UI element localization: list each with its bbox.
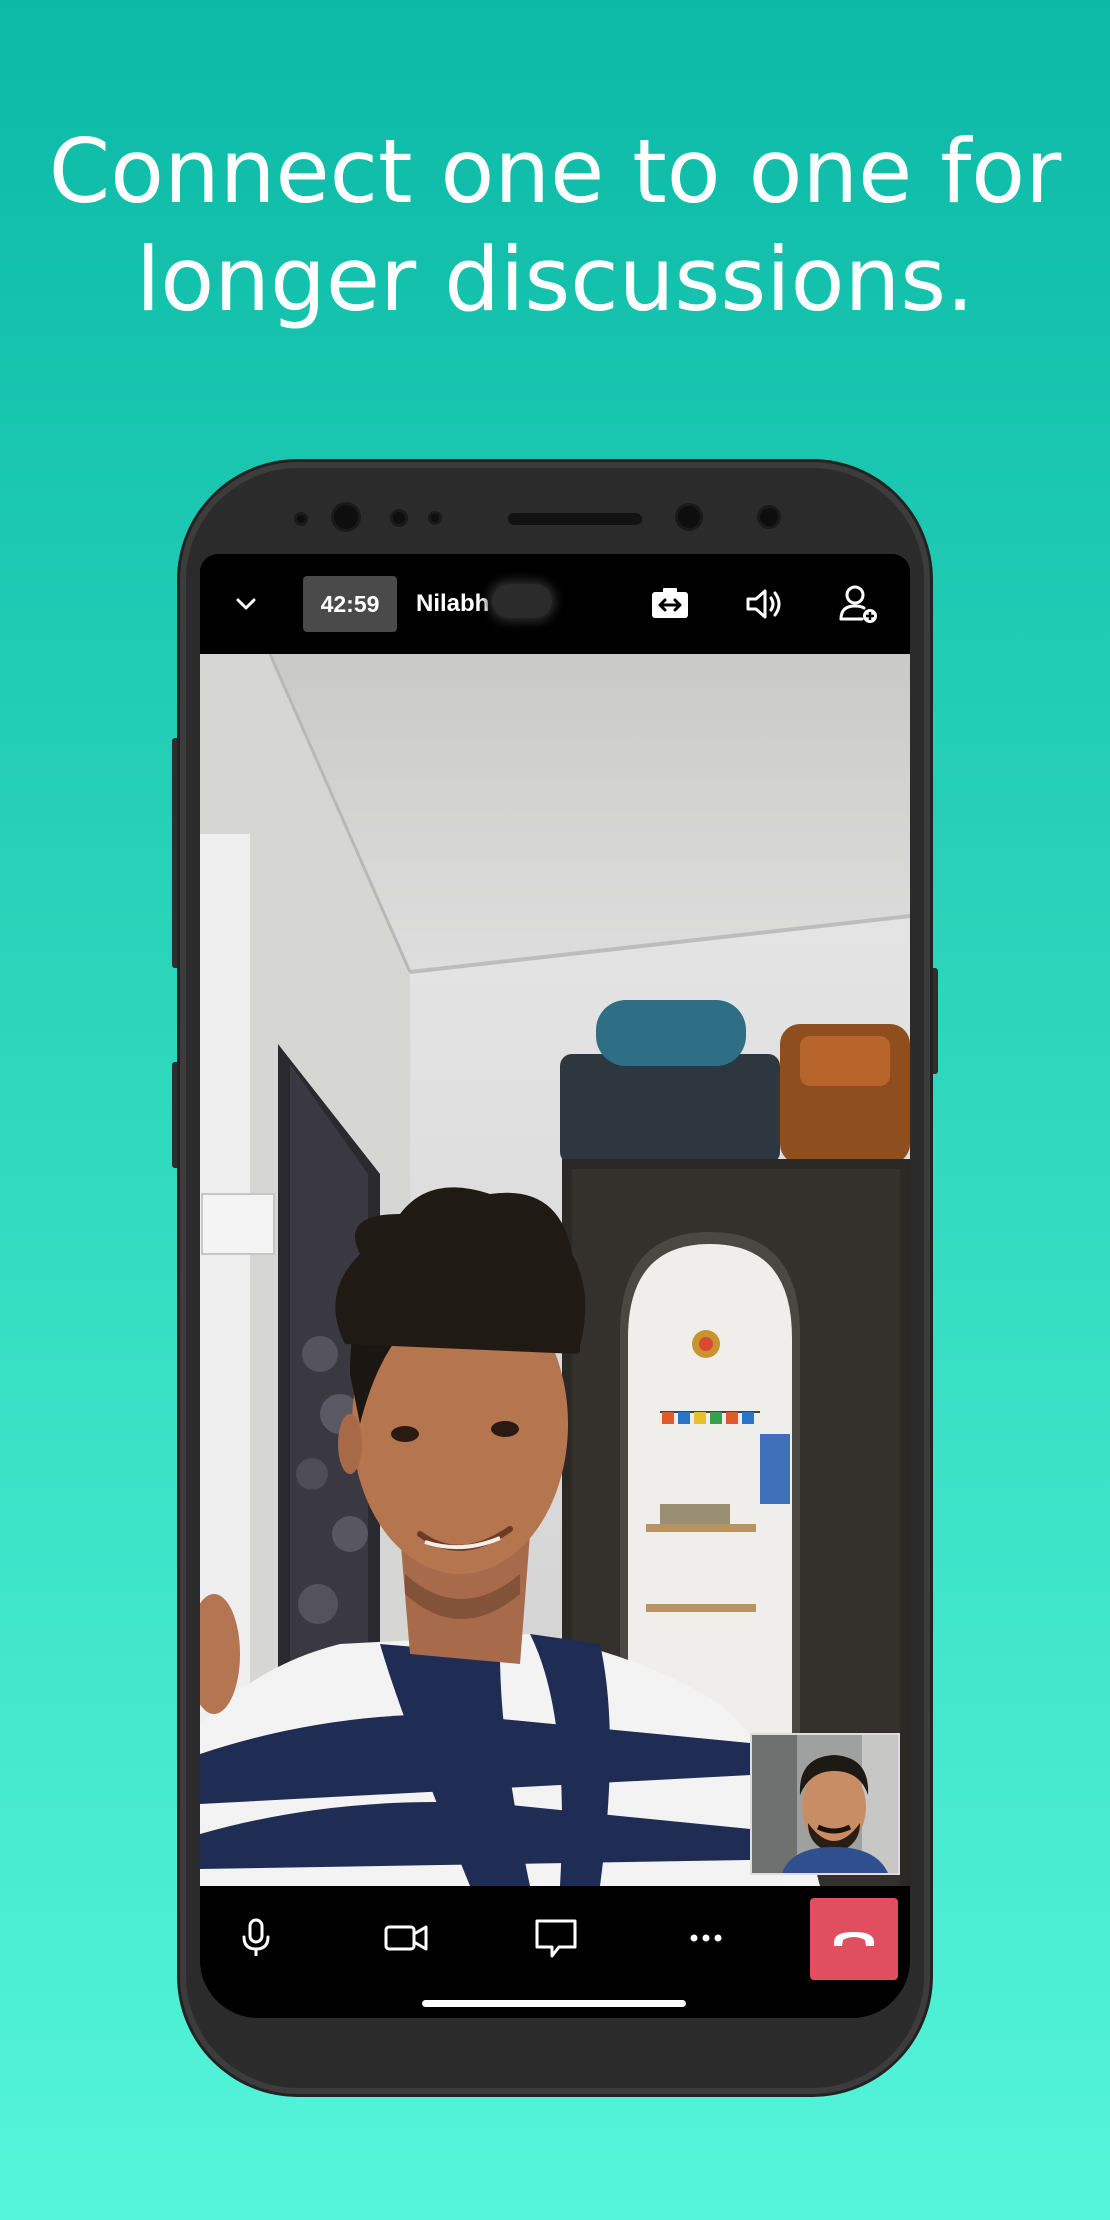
phone-power-button [930,968,938,1074]
phone-sensor [393,512,405,524]
video-camera-icon[interactable] [378,1910,434,1966]
phone-front-camera [334,505,358,529]
call-controls-bar [200,1886,910,1990]
self-view-video[interactable] [750,1733,900,1875]
headline-line-1: Connect one to one for [48,120,1062,223]
chat-icon[interactable] [528,1910,584,1966]
headline-line-2: longer discussions. [135,228,975,331]
participant-name: Nilabh [416,590,490,617]
blurred-surname [492,584,552,618]
microphone-icon[interactable] [228,1910,284,1966]
home-indicator[interactable] [422,2000,686,2007]
end-call-icon [834,1932,874,1946]
add-user-icon[interactable] [834,580,882,628]
phone-sensor [431,514,439,522]
phone-screen: 42:59 Nilabh [200,554,910,2018]
phone-earpiece [508,513,642,525]
end-call-button[interactable] [810,1898,898,1980]
remote-video-feed [200,654,910,1886]
headline: Connect one to one for longer discussion… [0,118,1110,334]
phone-camera [678,506,700,528]
call-top-bar: 42:59 Nilabh [200,554,910,654]
speaker-volume-icon[interactable] [740,580,788,628]
phone-sensor [297,515,305,523]
call-timer: 42:59 [303,576,397,632]
phone-sensor [760,508,778,526]
more-options-icon[interactable] [678,1910,734,1966]
phone-side-button [172,1062,180,1168]
chevron-down-icon[interactable] [230,588,262,620]
phone-volume-button [172,738,180,968]
switch-camera-icon[interactable] [646,580,694,628]
